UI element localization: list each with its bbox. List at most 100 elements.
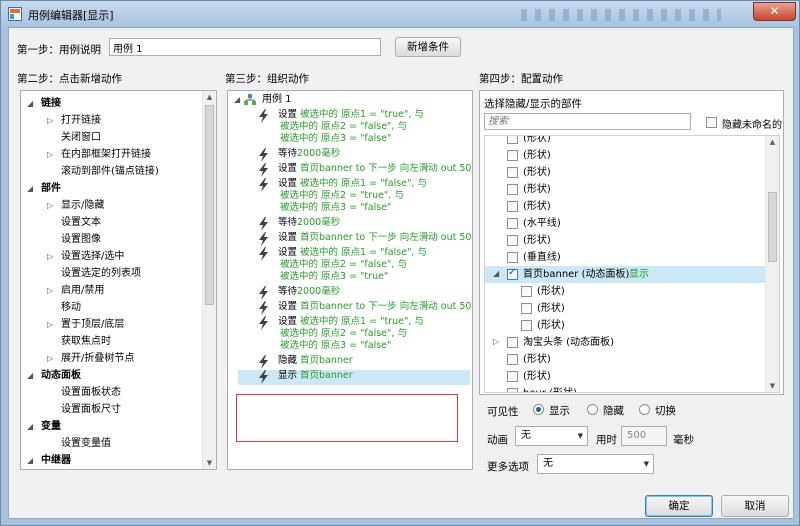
action-list-scrollbar[interactable]: ▲ ▼ (202, 91, 216, 469)
action-item[interactable]: 获取焦点时 (21, 333, 201, 350)
action-item[interactable]: 设置文本 (21, 214, 201, 231)
widget-row[interactable]: (形状) (485, 300, 765, 317)
expand-arrow-icon[interactable]: ▷ (47, 146, 53, 163)
action-item[interactable]: 设置图像 (21, 231, 201, 248)
visibility-radio[interactable] (639, 404, 650, 415)
widget-row[interactable]: (水平线) (485, 215, 765, 232)
action-item[interactable]: 设置选定的列表项 (21, 265, 201, 282)
visibility-radio[interactable] (533, 404, 544, 415)
widget-checkbox[interactable] (507, 354, 518, 365)
widget-checkbox[interactable] (507, 150, 518, 161)
action-entry[interactable]: 设置 被选中的 原点1 = "true", 与被选中的 原点2 = "false… (238, 316, 470, 355)
widget-checkbox[interactable] (507, 252, 518, 263)
action-category[interactable]: ◢ 动态面板 (21, 367, 201, 384)
action-entry[interactable]: 隐藏 首页banner (238, 355, 470, 370)
expand-arrow-icon[interactable]: ▷ (47, 316, 53, 333)
action-category[interactable]: ◢ 变量 (21, 418, 201, 435)
widget-checkbox[interactable] (507, 235, 518, 246)
widget-row[interactable]: hour (形状) (485, 385, 765, 392)
widget-checkbox[interactable] (521, 286, 532, 297)
more-options-select[interactable]: 无 ▼ (537, 454, 654, 474)
action-entry[interactable]: 设置 被选中的 原点1 = "false", 与被选中的 原点2 = "fals… (238, 247, 470, 286)
action-entry[interactable]: 等待2000毫秒 (238, 286, 470, 301)
widget-row[interactable]: (形状) (485, 164, 765, 181)
action-target-text: 被选中的 原点1 = "false", 与 (300, 247, 427, 258)
widget-checkbox[interactable] (521, 303, 532, 314)
action-item[interactable]: ▷ 设置选择/选中 (21, 248, 201, 265)
widget-checkbox[interactable] (507, 184, 518, 195)
collapse-arrow-icon[interactable]: ◢ (493, 269, 499, 278)
title-bar[interactable]: 用例编辑器[显示] ✕ (1, 1, 799, 27)
hide-unnamed-checkbox[interactable] (706, 117, 717, 128)
widget-checkbox[interactable] (507, 167, 518, 178)
visibility-label: 可见性 (487, 406, 519, 418)
widget-row[interactable]: ▷ 淘宝头条 (动态面板) (485, 334, 765, 351)
expand-arrow-icon[interactable]: ▷ (47, 197, 53, 214)
action-item[interactable]: ▷ 展开/折叠树节点 (21, 350, 201, 367)
widget-row[interactable]: (垂直线) (485, 249, 765, 266)
widget-checkbox[interactable] (507, 218, 518, 229)
ok-button[interactable]: 确定 (645, 495, 713, 517)
widget-row[interactable]: (形状) (485, 136, 765, 147)
action-item[interactable]: 设置变量值 (21, 435, 201, 452)
action-item[interactable]: 关闭窗口 (21, 129, 201, 146)
add-condition-button[interactable]: 新增条件 (395, 37, 461, 57)
action-entry[interactable]: 设置 被选中的 原点1 = "false", 与被选中的 原点2 = "true… (238, 178, 470, 217)
widget-row[interactable]: ◢ ✓ 首页banner (动态面板) 显示 (485, 266, 765, 283)
collapse-arrow-icon[interactable]: ◢ (27, 367, 33, 384)
expand-arrow-icon[interactable]: ▷ (47, 282, 53, 299)
action-item[interactable]: ▷ 置于顶层/底层 (21, 316, 201, 333)
widget-checkbox[interactable] (507, 136, 518, 144)
widget-checkbox[interactable]: ✓ (507, 267, 518, 280)
action-category[interactable]: ◢ 中继器 (21, 452, 201, 469)
action-category[interactable]: ◢ 部件 (21, 180, 201, 197)
action-item[interactable]: ▷ 显示/隐藏 (21, 197, 201, 214)
action-entry[interactable]: 设置 被选中的 原点1 = "true", 与被选中的 原点2 = "false… (238, 109, 470, 148)
action-entry[interactable]: 设置 首页banner to 下一步 向左滑动 out 50 (238, 301, 471, 316)
expand-arrow-icon[interactable]: ▷ (47, 350, 53, 367)
action-entry[interactable]: 显示 首页banner (238, 370, 470, 385)
widget-row[interactable]: (形状) (485, 283, 765, 300)
collapse-arrow-icon[interactable]: ◢ (27, 452, 33, 469)
action-item[interactable]: 设置面板尺寸 (21, 401, 201, 418)
close-button[interactable]: ✕ (753, 2, 796, 21)
widget-checkbox[interactable] (507, 388, 518, 392)
animation-select[interactable]: 无 ▼ (515, 426, 588, 446)
collapse-arrow-icon[interactable]: ◢ (27, 95, 33, 112)
widget-row[interactable]: (形状) (485, 232, 765, 249)
action-item[interactable]: 滚动到部件(锚点链接) (21, 163, 201, 180)
action-line: 显示 首页banner (278, 370, 353, 382)
action-item[interactable]: ▷ 启用/禁用 (21, 282, 201, 299)
action-entry[interactable]: 设置 首页banner to 下一步 向左滑动 out 50 (238, 232, 471, 247)
widget-checkbox[interactable] (507, 201, 518, 212)
use-case-name-input[interactable] (109, 38, 381, 56)
widget-list-scrollbar[interactable]: ▲ ▼ (765, 136, 779, 392)
collapse-arrow-icon[interactable]: ◢ (27, 418, 33, 435)
expand-arrow-icon[interactable]: ▷ (47, 112, 53, 129)
widget-row[interactable]: (形状) (485, 181, 765, 198)
action-item[interactable]: ▷ 打开链接 (21, 112, 201, 129)
action-entry[interactable]: 等待2000毫秒 (238, 217, 470, 232)
expand-arrow-icon[interactable]: ▷ (47, 248, 53, 265)
cancel-button[interactable]: 取消 (721, 495, 789, 517)
widget-checkbox[interactable] (507, 337, 518, 348)
expand-arrow-icon[interactable]: ▷ (493, 337, 499, 346)
time-input[interactable]: 500 (621, 426, 667, 446)
widget-row[interactable]: (形状) (485, 198, 765, 215)
widget-row[interactable]: (形状) (485, 351, 765, 368)
widget-row[interactable]: (形状) (485, 368, 765, 385)
action-item[interactable]: 设置面板状态 (21, 384, 201, 401)
collapse-arrow-icon[interactable]: ◢ (27, 180, 33, 197)
use-case-root[interactable]: 用例 1 (262, 91, 292, 108)
action-entry[interactable]: 等待2000毫秒 (238, 148, 470, 163)
action-category[interactable]: ◢ 链接 (21, 95, 201, 112)
widget-row[interactable]: (形状) (485, 147, 765, 164)
action-item[interactable]: 移动 (21, 299, 201, 316)
action-item[interactable]: ▷ 在内部框架打开链接 (21, 146, 201, 163)
widget-row[interactable]: (形状) (485, 317, 765, 334)
widget-checkbox[interactable] (507, 371, 518, 382)
visibility-radio[interactable] (587, 404, 598, 415)
widget-checkbox[interactable] (521, 320, 532, 331)
widget-search-input[interactable] (484, 113, 691, 130)
action-entry[interactable]: 设置 首页banner to 下一步 向左滑动 out 50 (238, 163, 471, 178)
